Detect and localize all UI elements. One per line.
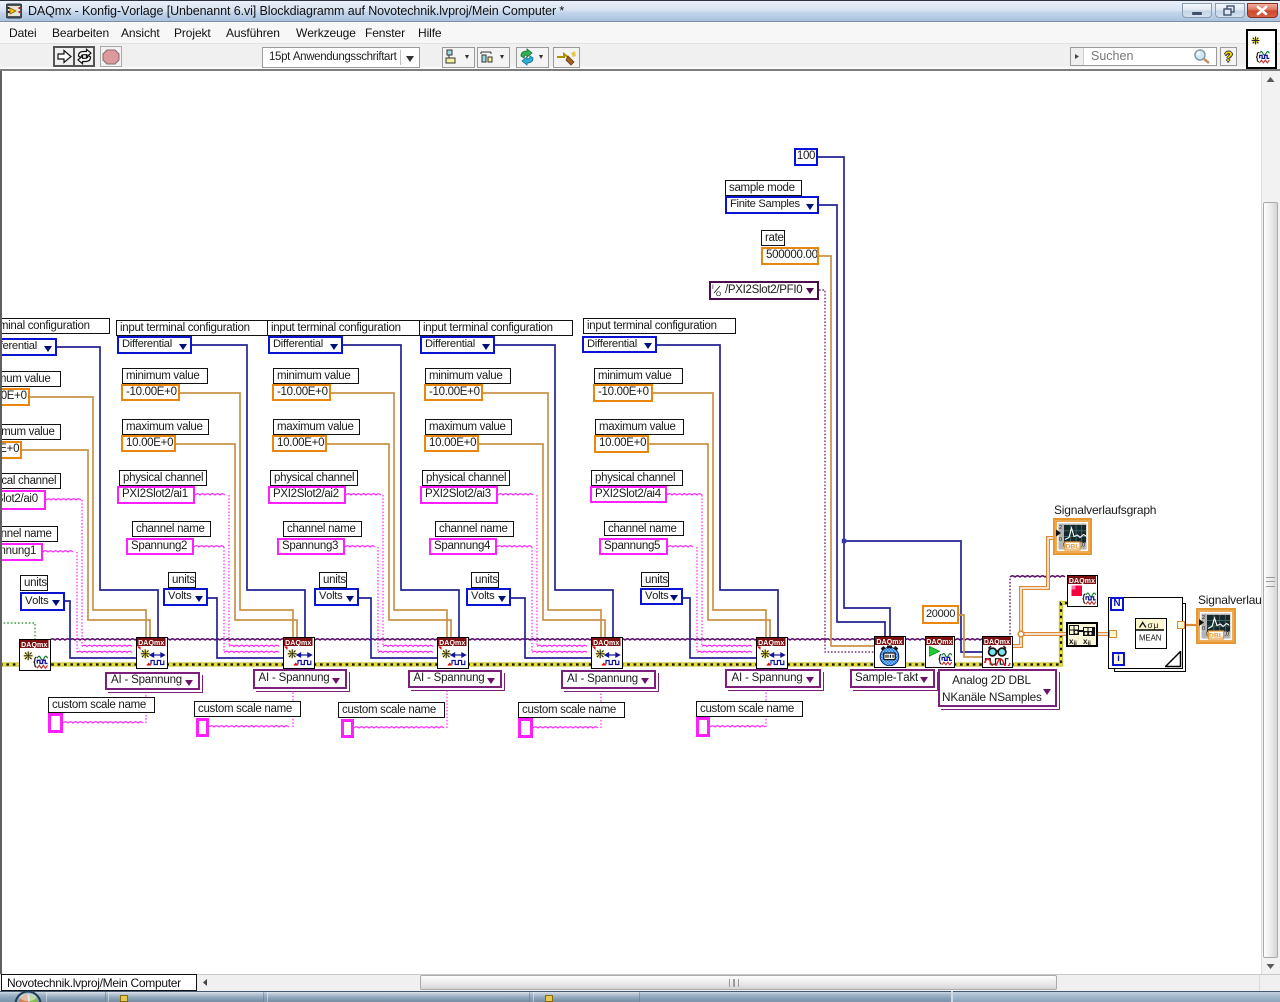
svg-text:DAQmx: DAQmx: [984, 639, 1010, 646]
svg-text:2: 2: [1059, 525, 1062, 531]
svg-text:DAQmx: DAQmx: [138, 640, 164, 647]
svg-text:DAQmx: DAQmx: [593, 640, 619, 647]
svg-text:DAQmx: DAQmx: [21, 642, 47, 649]
svg-text:DBL: DBL: [1066, 544, 1080, 551]
svg-text:0: 0: [1202, 626, 1205, 632]
svg-text:MEAN: MEAN: [1139, 633, 1161, 642]
svg-text:DBL: DBL: [1209, 633, 1223, 640]
svg-text:DAQmx: DAQmx: [758, 640, 784, 647]
svg-text:2: 2: [1202, 615, 1205, 621]
svg-text:DAQmx: DAQmx: [285, 640, 311, 647]
svg-text:0: 0: [1059, 537, 1062, 543]
svg-text:xji: xji: [1083, 637, 1091, 645]
svg-text:μ: μ: [1153, 620, 1158, 630]
svg-text:DAQmx: DAQmx: [439, 640, 465, 647]
svg-text:I: I: [712, 284, 714, 291]
svg-text:DAQmx: DAQmx: [1069, 578, 1095, 585]
svg-text:xij: xij: [1069, 637, 1077, 645]
svg-text:O: O: [716, 291, 721, 297]
svg-text:DAQmx: DAQmx: [876, 639, 902, 646]
svg-text:DAQmx: DAQmx: [926, 639, 952, 646]
